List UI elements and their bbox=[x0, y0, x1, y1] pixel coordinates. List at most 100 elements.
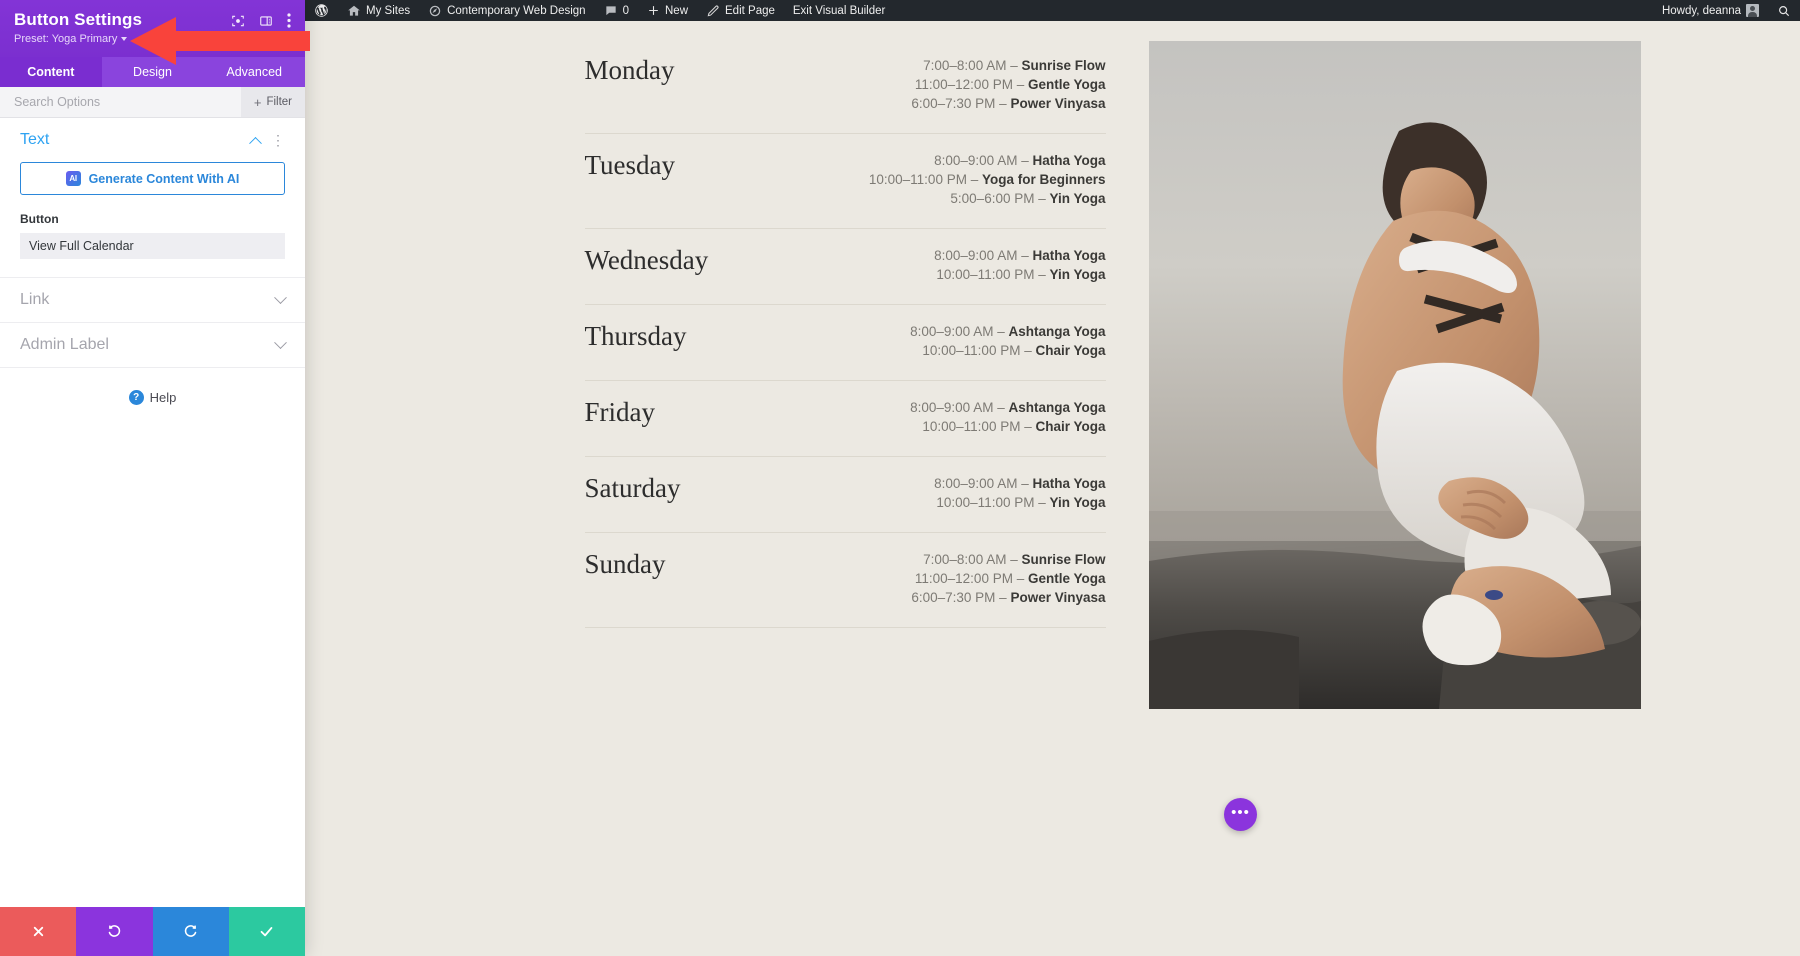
search-icon bbox=[1777, 4, 1791, 18]
class-line: 5:00–6:00 PM – Yin Yoga bbox=[869, 189, 1106, 208]
class-line: 8:00–9:00 AM – Ashtanga Yoga bbox=[910, 322, 1105, 341]
undo-icon bbox=[106, 923, 123, 940]
adminbar-edit-page[interactable]: Edit Page bbox=[697, 0, 784, 21]
day-name: Monday bbox=[585, 56, 912, 86]
section-link: Link bbox=[0, 278, 305, 323]
schedule-column: Monday 7:00–8:00 AM – Sunrise Flow 11:00… bbox=[458, 39, 1106, 709]
schedule-row-wednesday: Wednesday 8:00–9:00 AM – Hatha Yoga 10:0… bbox=[585, 229, 1106, 305]
generate-content-with-ai-button[interactable]: AI Generate Content With AI bbox=[20, 162, 285, 195]
adminbar-account[interactable]: Howdy, deanna bbox=[1653, 0, 1768, 21]
adminbar-site-name[interactable]: Contemporary Web Design bbox=[419, 0, 595, 21]
class-line: 10:00–11:00 PM – Yoga for Beginners bbox=[869, 170, 1106, 189]
section-text-header[interactable]: Text ⋮ bbox=[20, 118, 285, 162]
tab-advanced[interactable]: Advanced bbox=[203, 57, 305, 87]
adminbar-comments[interactable]: 0 bbox=[595, 0, 638, 21]
day-classes: 8:00–9:00 AM – Hatha Yoga 10:00–11:00 PM… bbox=[934, 246, 1105, 284]
target-icon[interactable] bbox=[231, 14, 245, 28]
help-label: Help bbox=[150, 390, 177, 405]
adminbar-exit-visual-builder[interactable]: Exit Visual Builder bbox=[784, 0, 894, 21]
section-text-title: Text bbox=[20, 131, 49, 149]
day-classes: 8:00–9:00 AM – Ashtanga Yoga 10:00–11:00… bbox=[910, 322, 1105, 360]
section-admin-label: Admin Label bbox=[0, 323, 305, 368]
adminbar-new-label: New bbox=[665, 5, 688, 17]
panel-header: Button Settings bbox=[0, 0, 305, 57]
wordpress-icon bbox=[314, 3, 329, 18]
class-line: 7:00–8:00 AM – Sunrise Flow bbox=[911, 56, 1105, 75]
button-field-label: Button bbox=[20, 212, 285, 226]
class-line: 10:00–11:00 PM – Yin Yoga bbox=[934, 265, 1105, 284]
schedule-row-friday: Friday 8:00–9:00 AM – Ashtanga Yoga 10:0… bbox=[585, 381, 1106, 457]
section-admin-label-header[interactable]: Admin Label bbox=[20, 323, 285, 367]
adminbar-howdy-label: Howdy, deanna bbox=[1662, 5, 1741, 17]
preset-label: Preset: Yoga Primary bbox=[14, 33, 117, 45]
section-link-title: Link bbox=[20, 291, 49, 309]
chevron-down-icon[interactable] bbox=[274, 291, 287, 304]
chevron-down-icon[interactable] bbox=[274, 336, 287, 349]
layout-icon[interactable] bbox=[259, 14, 273, 28]
filter-button[interactable]: + Filter bbox=[241, 87, 305, 117]
day-name: Friday bbox=[585, 398, 911, 428]
page-title: Button Settings bbox=[14, 10, 142, 30]
schedule-row-monday: Monday 7:00–8:00 AM – Sunrise Flow 11:00… bbox=[585, 39, 1106, 134]
pencil-icon bbox=[706, 4, 720, 18]
schedule-row-sunday: Sunday 7:00–8:00 AM – Sunrise Flow 11:00… bbox=[585, 533, 1106, 628]
panel-body[interactable]: Text ⋮ AI Generate Content With AI Butto… bbox=[0, 118, 305, 907]
class-line: 10:00–11:00 PM – Yin Yoga bbox=[934, 493, 1105, 512]
hero-image-column bbox=[1106, 39, 1601, 709]
page-inner: Monday 7:00–8:00 AM – Sunrise Flow 11:00… bbox=[458, 21, 1648, 709]
page-canvas: Monday 7:00–8:00 AM – Sunrise Flow 11:00… bbox=[305, 21, 1800, 956]
class-line: 8:00–9:00 AM – Hatha Yoga bbox=[869, 151, 1106, 170]
day-classes: 8:00–9:00 AM – Hatha Yoga 10:00–11:00 PM… bbox=[934, 474, 1105, 512]
tab-design[interactable]: Design bbox=[102, 57, 204, 87]
day-classes: 7:00–8:00 AM – Sunrise Flow 11:00–12:00 … bbox=[911, 56, 1105, 113]
plus-icon: + bbox=[254, 96, 262, 109]
adminbar-my-sites-label: My Sites bbox=[366, 5, 410, 17]
chevron-up-icon[interactable] bbox=[249, 136, 262, 149]
adminbar-wordpress-logo[interactable] bbox=[305, 0, 338, 21]
class-line: 11:00–12:00 PM – Gentle Yoga bbox=[911, 75, 1105, 94]
section-link-header[interactable]: Link bbox=[20, 278, 285, 322]
x-icon bbox=[31, 924, 46, 939]
class-line: 10:00–11:00 PM – Chair Yoga bbox=[910, 341, 1105, 360]
undo-button[interactable] bbox=[76, 907, 152, 956]
day-name: Saturday bbox=[585, 474, 935, 504]
avatar bbox=[1746, 4, 1759, 17]
panel-search-row: + Filter bbox=[0, 87, 305, 118]
class-line: 8:00–9:00 AM – Hatha Yoga bbox=[934, 246, 1105, 265]
generate-ai-label: Generate Content With AI bbox=[89, 172, 240, 186]
panel-action-bar bbox=[0, 907, 305, 956]
sites-icon bbox=[347, 4, 361, 18]
yoga-woman-on-rock-photo bbox=[1149, 41, 1641, 709]
comment-icon bbox=[604, 4, 618, 18]
preset-selector[interactable]: Preset: Yoga Primary bbox=[14, 33, 291, 45]
adminbar-my-sites[interactable]: My Sites bbox=[338, 0, 419, 21]
day-name: Thursday bbox=[585, 322, 911, 352]
adminbar-new[interactable]: New bbox=[638, 0, 697, 21]
search-input[interactable] bbox=[0, 87, 241, 117]
adminbar-comments-count: 0 bbox=[623, 5, 629, 17]
help-button[interactable]: ? Help bbox=[0, 368, 305, 427]
schedule-row-saturday: Saturday 8:00–9:00 AM – Hatha Yoga 10:00… bbox=[585, 457, 1106, 533]
redo-icon bbox=[182, 923, 199, 940]
page-settings-fab-button[interactable]: ••• bbox=[1224, 798, 1257, 831]
class-line: 11:00–12:00 PM – Gentle Yoga bbox=[911, 569, 1105, 588]
day-classes: 8:00–9:00 AM – Ashtanga Yoga 10:00–11:00… bbox=[910, 398, 1105, 436]
day-classes: 8:00–9:00 AM – Hatha Yoga 10:00–11:00 PM… bbox=[869, 151, 1106, 208]
day-classes: 7:00–8:00 AM – Sunrise Flow 11:00–12:00 … bbox=[911, 550, 1105, 607]
dashboard-icon bbox=[428, 4, 442, 18]
adminbar-search-button[interactable] bbox=[1768, 0, 1800, 21]
section-text-content: AI Generate Content With AI Button bbox=[20, 162, 285, 277]
adminbar-exit-vb-label: Exit Visual Builder bbox=[793, 5, 885, 17]
class-line: 8:00–9:00 AM – Ashtanga Yoga bbox=[910, 398, 1105, 417]
day-name: Sunday bbox=[585, 550, 912, 580]
tab-content[interactable]: Content bbox=[0, 57, 102, 87]
adminbar-edit-page-label: Edit Page bbox=[725, 5, 775, 17]
schedule-row-tuesday: Tuesday 8:00–9:00 AM – Hatha Yoga 10:00–… bbox=[585, 134, 1106, 229]
redo-button[interactable] bbox=[153, 907, 229, 956]
button-text-input[interactable] bbox=[20, 233, 285, 259]
dots-vertical-icon[interactable] bbox=[287, 13, 291, 28]
class-line: 6:00–7:30 PM – Power Vinyasa bbox=[911, 588, 1105, 607]
save-button[interactable] bbox=[229, 907, 305, 956]
dots-vertical-icon[interactable]: ⋮ bbox=[271, 133, 285, 147]
cancel-button[interactable] bbox=[0, 907, 76, 956]
